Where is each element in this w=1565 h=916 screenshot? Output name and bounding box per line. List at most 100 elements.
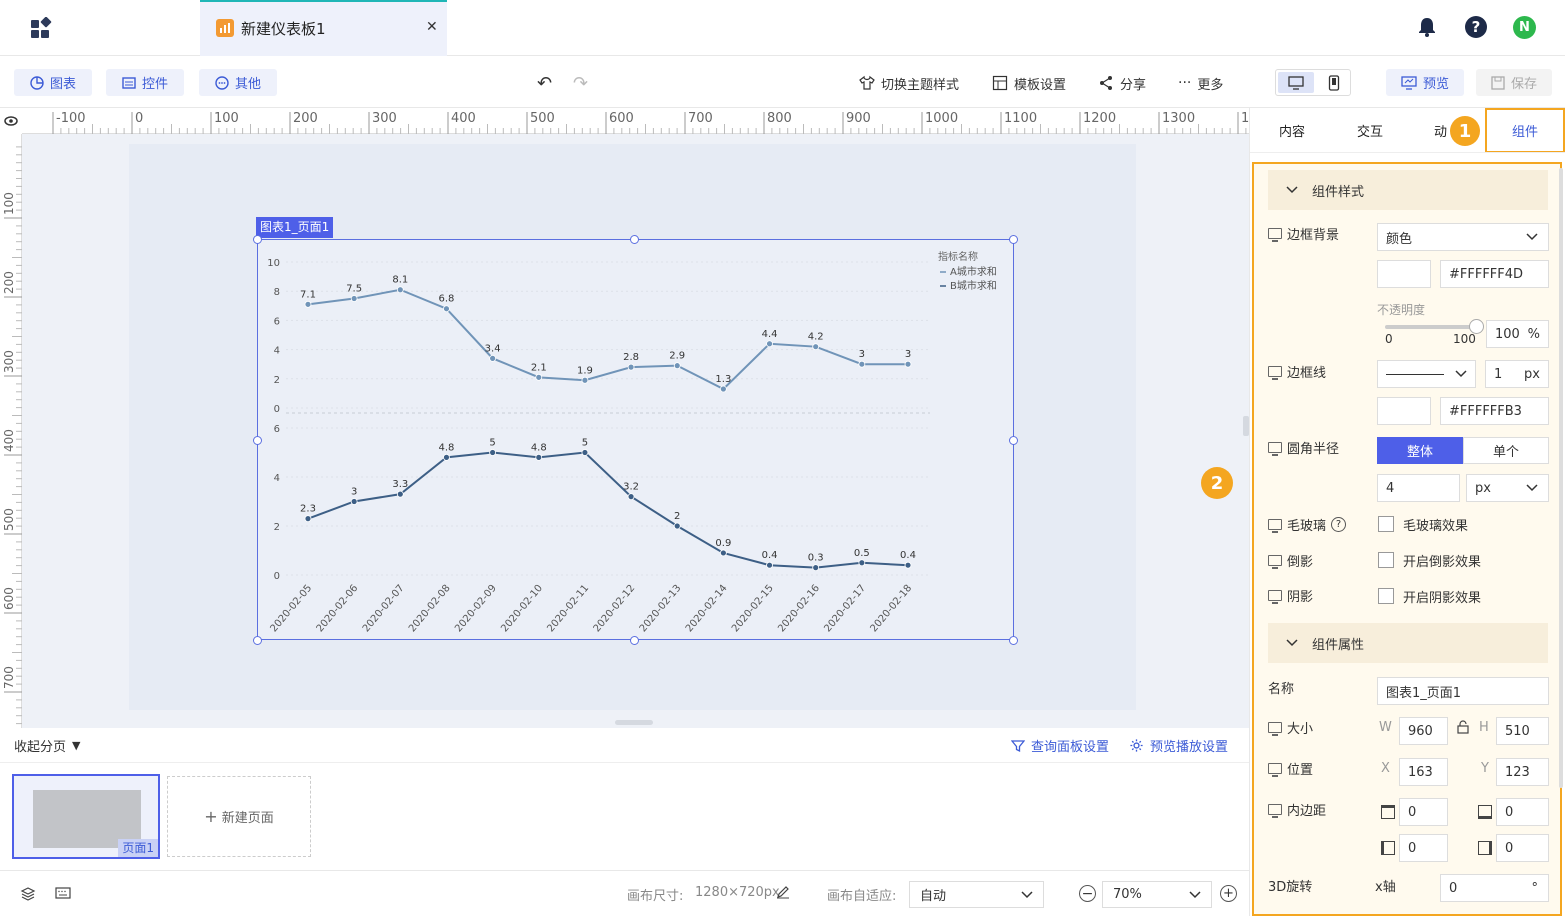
- color-swatch[interactable]: [1377, 260, 1431, 288]
- gear-icon: [1130, 739, 1143, 752]
- y-tick-label: 6: [274, 316, 280, 327]
- y-tick-label: 2: [274, 375, 280, 386]
- page-thumbnail[interactable]: 页面1: [12, 774, 160, 859]
- line-chart: 10 8 6 4 2 0 7.1 7.5 8.1 6.8 3.4 2.1 1.9 2.8 2.9 1.3 4.4…: [267, 250, 997, 635]
- dashboard-tab[interactable]: 新建仪表板1 ✕: [200, 0, 447, 56]
- border-color-swatch[interactable]: [1377, 397, 1431, 425]
- data-label: 1.9: [577, 365, 593, 376]
- opacity-input[interactable]: 100 %: [1486, 320, 1549, 348]
- chart-button[interactable]: 图表: [14, 69, 92, 96]
- help-icon[interactable]: ?: [1465, 16, 1487, 38]
- component-tag[interactable]: 图表1_页面1: [256, 217, 334, 238]
- adapt-label: 画布自适应:: [827, 889, 897, 904]
- desktop-icon[interactable]: [1278, 72, 1314, 93]
- plus-icon: +: [204, 807, 218, 826]
- redo-icon[interactable]: ↷: [573, 73, 588, 94]
- layers-icon[interactable]: [20, 886, 36, 906]
- mobile-icon[interactable]: [1322, 72, 1346, 93]
- zoom-out-icon[interactable]: −: [1079, 885, 1096, 902]
- border-bg-select[interactable]: 颜色: [1377, 223, 1549, 251]
- tab-interaction[interactable]: 交互: [1331, 108, 1409, 152]
- lock-icon[interactable]: [1456, 720, 1470, 738]
- resize-handle[interactable]: [1009, 636, 1018, 645]
- undo-icon[interactable]: ↶: [537, 73, 552, 94]
- bell-icon[interactable]: [1416, 16, 1438, 38]
- resize-handle[interactable]: [253, 436, 262, 445]
- resize-handle[interactable]: [630, 235, 639, 244]
- template-button[interactable]: 模板设置: [992, 73, 1066, 93]
- query-panel-button[interactable]: 查询面板设置: [1011, 736, 1109, 755]
- color-input[interactable]: #FFFFFF4D: [1440, 260, 1549, 288]
- radius-whole-button[interactable]: 整体: [1377, 437, 1463, 464]
- tab-component[interactable]: 组件: [1485, 108, 1565, 153]
- tab-content[interactable]: 内容: [1253, 108, 1331, 152]
- close-icon[interactable]: ✕: [426, 19, 438, 35]
- help-circle-icon[interactable]: ?: [1331, 517, 1347, 532]
- shadow-checkbox[interactable]: [1378, 588, 1394, 604]
- name-input[interactable]: 图表1_页面1: [1377, 677, 1549, 705]
- pad-right-input[interactable]: 0: [1496, 834, 1549, 862]
- adapt-select[interactable]: 自动: [909, 881, 1044, 908]
- height-input[interactable]: 510: [1496, 717, 1549, 745]
- page-label: 页面1: [118, 839, 158, 857]
- width-input[interactable]: 960: [1399, 717, 1448, 745]
- pad-left-input[interactable]: 0: [1399, 834, 1448, 862]
- style-section-header[interactable]: 组件样式: [1268, 170, 1548, 210]
- pad-bottom-input[interactable]: 0: [1496, 798, 1549, 826]
- save-button[interactable]: 保存: [1476, 69, 1552, 96]
- x-input[interactable]: 163: [1399, 758, 1448, 786]
- pad-top-input[interactable]: 0: [1399, 798, 1448, 826]
- size-label: 大小: [1268, 718, 1313, 737]
- preview-button[interactable]: 预览: [1386, 69, 1464, 96]
- radius-unit-select[interactable]: px: [1466, 474, 1549, 502]
- scroll-handle[interactable]: [615, 720, 653, 725]
- monitor-icon: [1268, 442, 1282, 456]
- edit-icon[interactable]: [776, 885, 790, 903]
- x-tick-label: 2020-02-09: [453, 583, 499, 635]
- more-button[interactable]: ··· 更多: [1178, 73, 1223, 93]
- other-button[interactable]: 其他: [199, 69, 277, 96]
- pad-bottom-icon: [1478, 805, 1492, 819]
- collapse-pages-button[interactable]: 收起分页 ▼: [14, 736, 80, 755]
- glass-checkbox[interactable]: [1378, 516, 1394, 532]
- panel-scrollbar[interactable]: [1559, 168, 1563, 788]
- resize-handle[interactable]: [1009, 235, 1018, 244]
- radius-input[interactable]: 4: [1377, 474, 1460, 502]
- resize-handle[interactable]: [253, 235, 262, 244]
- avatar[interactable]: N: [1513, 16, 1536, 39]
- rotation-input[interactable]: 0 °: [1440, 874, 1549, 902]
- data-point: [443, 305, 450, 313]
- canvas-area: -100 0 100 200 300 400 500 600 700 800 900 1000 1100…: [0, 108, 1249, 728]
- y-input[interactable]: 123: [1496, 758, 1549, 786]
- data-point: [719, 549, 727, 557]
- border-style-select[interactable]: [1377, 360, 1476, 388]
- opacity-slider-track[interactable]: [1385, 325, 1477, 329]
- new-page-button[interactable]: + 新建页面: [167, 776, 311, 857]
- chart-component[interactable]: 10 8 6 4 2 0 7.1 7.5 8.1 6.8 3.4 2.1 1.9 2.8 2.9 1.3 4.4…: [257, 239, 1014, 640]
- eye-icon[interactable]: [0, 108, 22, 134]
- radius-single-button[interactable]: 单个: [1463, 437, 1549, 464]
- ruler-tick-label: 500: [2, 508, 16, 531]
- app-grid-icon[interactable]: [30, 16, 52, 39]
- attr-section-header[interactable]: 组件属性: [1268, 623, 1548, 663]
- y-tick-label: 8: [274, 287, 280, 298]
- horizontal-ruler: -100 0 100 200 300 400 500 600 700 800 900 1000 1100…: [0, 108, 1249, 134]
- control-button[interactable]: 控件: [106, 69, 184, 96]
- keyboard-icon[interactable]: [55, 887, 71, 903]
- preview-play-button[interactable]: 预览播放设置: [1129, 736, 1228, 755]
- resize-handle[interactable]: [1009, 436, 1018, 445]
- border-color-input[interactable]: #FFFFFFB3: [1440, 397, 1549, 425]
- zoom-in-icon[interactable]: +: [1220, 885, 1237, 902]
- x-tick-label: 2020-02-11: [545, 583, 591, 635]
- theme-button[interactable]: 切换主题样式: [859, 73, 959, 93]
- ruler-tick-label: 14: [1241, 111, 1249, 126]
- share-button[interactable]: 分享: [1098, 73, 1146, 93]
- resize-handle[interactable]: [630, 636, 639, 645]
- data-label: 8.1: [392, 275, 408, 286]
- step-badge-2: 2: [1201, 467, 1233, 499]
- data-point: [581, 376, 589, 384]
- border-width-input[interactable]: 1 px: [1485, 360, 1549, 388]
- reflect-checkbox[interactable]: [1378, 552, 1394, 568]
- zoom-select[interactable]: 70%: [1102, 881, 1212, 908]
- resize-handle[interactable]: [253, 636, 262, 645]
